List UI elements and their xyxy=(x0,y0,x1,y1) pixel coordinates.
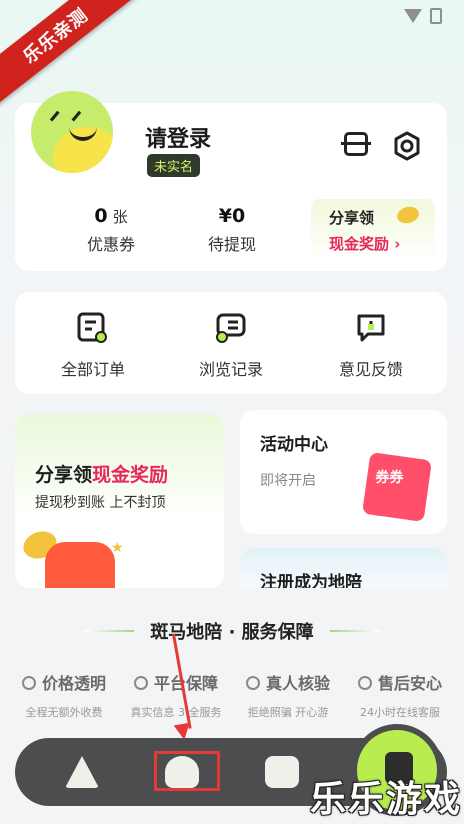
coupon-unit: 张 xyxy=(112,208,128,226)
service-desc: 24小时在线客服 xyxy=(360,706,440,719)
activity-subtitle: 即将开启 xyxy=(260,473,316,489)
coupon-count: 0 xyxy=(94,205,108,227)
service-title: 斑马地陪 · 服务保障 xyxy=(0,618,464,644)
feedback-icon xyxy=(354,312,388,344)
service-item: 平台保障 真实信息 3 全服务 xyxy=(120,670,232,720)
coupon-stat[interactable]: 0 张 优惠券 xyxy=(51,205,171,255)
share-banner-title-a: 分享领 xyxy=(35,464,93,486)
service-item: 价格透明 全程无额外收费 xyxy=(8,670,120,720)
bulb-icon xyxy=(21,676,36,690)
share-banner-title: 分享领现金奖励 xyxy=(35,460,168,487)
profile-card: ᐟ ᐟ 请登录 未实名 0 张 优惠券 ¥0 待提现 分享领 现金奖励 › xyxy=(15,91,447,271)
share-banner-title-b: 现金奖励 xyxy=(92,464,169,486)
wifi-icon xyxy=(404,9,422,23)
battery-icon xyxy=(430,8,442,24)
watermark-logo: 乐乐游戏 xyxy=(309,779,462,820)
support-icon xyxy=(357,676,372,690)
withdraw-stat[interactable]: ¥0 待提现 xyxy=(172,205,292,255)
service-desc: 真实信息 3 全服务 xyxy=(130,706,222,719)
activity-title: 活动中心 xyxy=(260,435,328,455)
history-icon xyxy=(214,312,248,344)
feedback-label: 意见反馈 xyxy=(338,360,403,379)
tab-home[interactable] xyxy=(59,750,105,794)
coupon-label: 优惠券 xyxy=(86,235,135,254)
activity-center-card[interactable]: 活动中心 即将开启 券券 xyxy=(240,410,447,534)
share-reward-line2: 现金奖励 › xyxy=(329,235,401,253)
verify-status-badge[interactable]: 未实名 xyxy=(147,154,201,177)
annotation-highlight-box xyxy=(154,751,220,791)
star-icon: ★ xyxy=(111,540,124,556)
tab-message[interactable] xyxy=(259,750,305,794)
share-banner-subtitle: 提现秒到账 上不封顶 xyxy=(35,495,166,511)
feedback-button[interactable]: 意见反馈 xyxy=(311,312,431,380)
all-orders-button[interactable]: 全部订单 xyxy=(33,312,153,380)
history-label: 浏览记录 xyxy=(198,360,263,379)
settings-gear-icon[interactable] xyxy=(392,131,422,161)
share-reward-button[interactable]: 分享领 现金奖励 › xyxy=(311,199,435,261)
login-prompt[interactable]: 请登录 xyxy=(145,121,211,153)
service-name: 售后安心 xyxy=(377,674,442,693)
withdraw-label: 待提现 xyxy=(207,235,256,254)
scan-icon[interactable] xyxy=(341,129,371,159)
service-desc: 拒绝照骗 开心游 xyxy=(247,706,329,719)
history-button[interactable]: 浏览记录 xyxy=(171,312,291,380)
annotation-arrow-head xyxy=(173,722,193,742)
all-orders-label: 全部订单 xyxy=(60,360,125,379)
share-reward-line1: 分享领 xyxy=(329,209,375,227)
service-name: 真人核验 xyxy=(265,674,330,693)
share-reward-banner[interactable]: 分享领现金奖励 提现秒到账 上不封顶 ★ xyxy=(15,414,224,588)
service-desc: 全程无额外收费 xyxy=(25,706,103,719)
coupon-envelope-icon: 券券 xyxy=(361,451,433,523)
service-item: 售后安心 24小时在线客服 xyxy=(344,670,456,720)
avatar[interactable]: ᐟ ᐟ xyxy=(31,91,113,173)
home-mountain-icon xyxy=(65,756,99,788)
service-item: 真人核验 拒绝照骗 开心游 xyxy=(232,670,344,720)
coin-icon xyxy=(395,204,421,226)
service-name: 平台保障 xyxy=(153,674,218,693)
hand-mascot-icon xyxy=(45,542,115,588)
message-icon xyxy=(265,756,299,788)
withdraw-amount: ¥0 xyxy=(218,205,246,227)
service-name: 价格透明 xyxy=(41,674,106,693)
coupon-envelope-text: 券券 xyxy=(375,469,404,486)
person-icon xyxy=(245,676,260,690)
orders-card: 全部订单 浏览记录 意见反馈 xyxy=(15,292,447,394)
order-list-icon xyxy=(76,312,110,344)
shield-icon xyxy=(133,676,148,690)
